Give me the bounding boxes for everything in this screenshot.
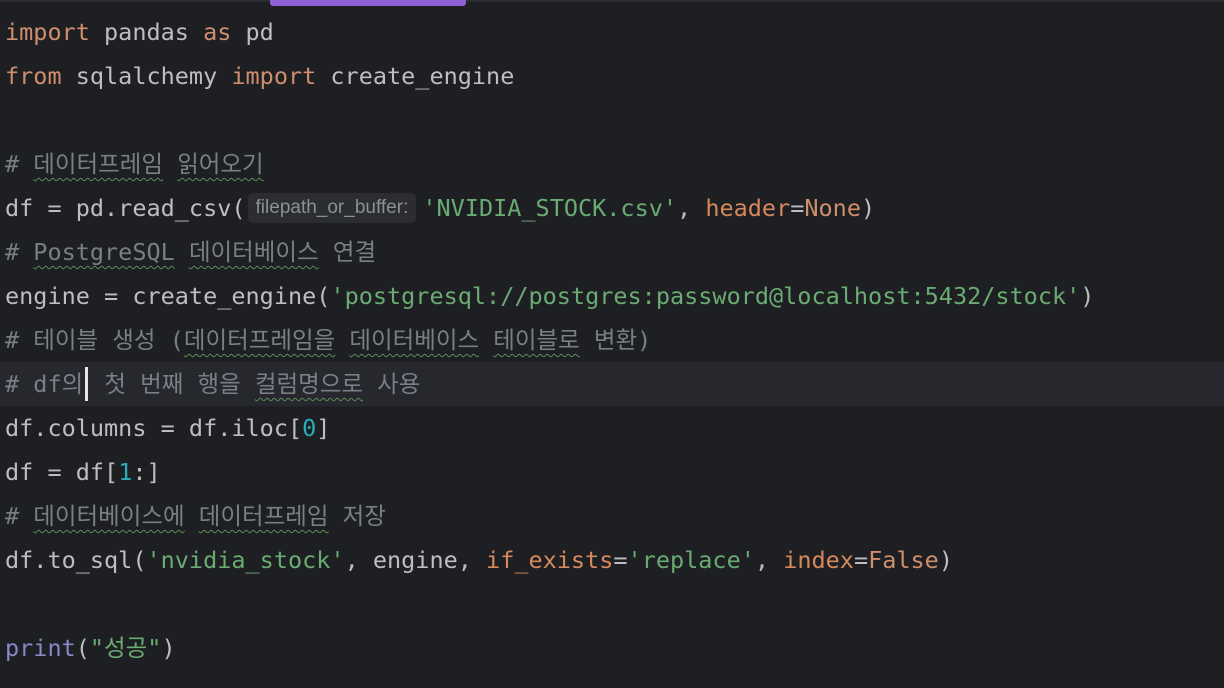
code-line-12[interactable]: # 데이터베이스에 데이터프레임 저장 (0, 494, 1224, 538)
code-line-14[interactable] (0, 582, 1224, 626)
comment-hash: # (5, 502, 34, 530)
comment-word: 읽어오기 (177, 150, 264, 178)
code-text: df = pd.read_csv( (5, 194, 246, 222)
comment-hash: # (5, 238, 34, 266)
code-text: , (754, 546, 784, 574)
comment-word: 데이터베이스 (349, 326, 480, 354)
parameter-hint: filepath_or_buffer: (247, 192, 417, 223)
keyword-argument: index (783, 546, 854, 574)
code-line-9-current[interactable]: # df의 첫 번째 행을 컬럼명으로 사용 (0, 362, 1224, 406)
comment-space (479, 326, 493, 354)
string-literal: 'nvidia_stock' (146, 546, 345, 574)
comment-text: # 테이블 생성 ( (5, 326, 184, 354)
code-text: df.to_sql( (5, 546, 147, 574)
code-text: ( (75, 634, 90, 662)
code-text: , (677, 194, 706, 222)
comment-text: # df의 (5, 370, 84, 398)
code-line-5[interactable]: df = pd.read_csv(filepath_or_buffer: 'NVI… (0, 186, 1224, 230)
comment-space (175, 238, 189, 266)
editor-top-border (0, 0, 1224, 2)
code-line-1[interactable]: import pandas as pd (0, 10, 1224, 54)
code-line-7[interactable]: engine = create_engine('postgresql://pos… (0, 274, 1224, 318)
comment-hash: # (5, 150, 34, 178)
comment-word: 테이블로 (493, 326, 580, 354)
builtin-function: print (5, 634, 76, 662)
module-name: pandas (89, 18, 204, 46)
none-literal: None (804, 194, 861, 222)
comment-text: 연결 (318, 238, 377, 266)
comment-text: 변환) (579, 326, 652, 354)
code-text: :] (132, 458, 161, 486)
module-alias: pd (231, 18, 274, 46)
keyword-import: import (5, 18, 90, 46)
comment-space (185, 502, 199, 530)
code-editor[interactable]: import pandas as pd from sqlalchemy impo… (0, 0, 1224, 688)
code-text: df.columns = df.iloc[ (5, 414, 303, 442)
keyword-argument: if_exists (486, 546, 614, 574)
code-text: ] (316, 414, 331, 442)
comment-text: 저장 (328, 502, 386, 530)
comment-word: 컬럼명으로 (254, 370, 364, 398)
imported-name: create_engine (316, 62, 515, 90)
code-line-6[interactable]: # PostgreSQL 데이터베이스 연결 (0, 230, 1224, 274)
active-tab-indicator (270, 0, 466, 6)
code-text: , engine, (344, 546, 487, 574)
code-line-13[interactable]: df.to_sql('nvidia_stock', engine, if_exi… (0, 538, 1224, 582)
bool-literal: False (868, 546, 939, 574)
string-literal: "성공" (89, 634, 162, 662)
code-line-2[interactable]: from sqlalchemy import create_engine (0, 54, 1224, 98)
string-literal: 'replace' (627, 546, 755, 574)
code-text: df = df[ (5, 458, 119, 486)
comment-word: 데이터베이스에 (33, 502, 185, 530)
comment-word: 데이터프레임을 (183, 326, 336, 354)
code-text: = (853, 546, 869, 574)
comment-word: 데이터프레임 (198, 502, 329, 530)
keyword-argument: header (705, 194, 791, 222)
keyword-as: as (203, 18, 232, 46)
code-line-8[interactable]: # 테이블 생성 (데이터프레임을 데이터베이스 테이블로 변환) (0, 318, 1224, 362)
comment-word: 데이터프레임 (33, 150, 164, 178)
code-line-10[interactable]: df.columns = df.iloc[0] (0, 406, 1224, 450)
comment-text: 첫 번째 행을 (90, 370, 255, 398)
number-literal: 1 (118, 458, 133, 486)
code-line-4[interactable]: # 데이터프레임 읽어오기 (0, 142, 1224, 186)
code-text: ) (860, 194, 876, 222)
code-text: engine = create_engine( (5, 282, 331, 310)
code-line-3[interactable] (0, 98, 1224, 142)
string-literal: 'NVIDIA_STOCK.csv' (422, 194, 678, 222)
comment-space (163, 150, 177, 178)
text-caret (85, 366, 89, 401)
code-text: ) (938, 546, 953, 574)
comment-word: 데이터베이스 (188, 238, 319, 266)
module-name: sqlalchemy (61, 62, 232, 90)
code-text: = (790, 194, 805, 222)
string-literal: 'postgresql://postgres:password@localhos… (330, 282, 1081, 310)
comment-text: 사용 (363, 370, 421, 398)
code-line-11[interactable]: df = df[1:] (0, 450, 1224, 494)
code-line-15[interactable]: print("성공") (0, 626, 1224, 670)
keyword-from: from (5, 62, 62, 90)
code-text: ) (1080, 282, 1095, 310)
code-text: = (613, 546, 628, 574)
code-text: ) (161, 634, 176, 662)
comment-word: PostgreSQL (33, 238, 175, 266)
keyword-import: import (231, 62, 317, 90)
number-literal: 0 (302, 414, 317, 442)
comment-space (335, 326, 349, 354)
